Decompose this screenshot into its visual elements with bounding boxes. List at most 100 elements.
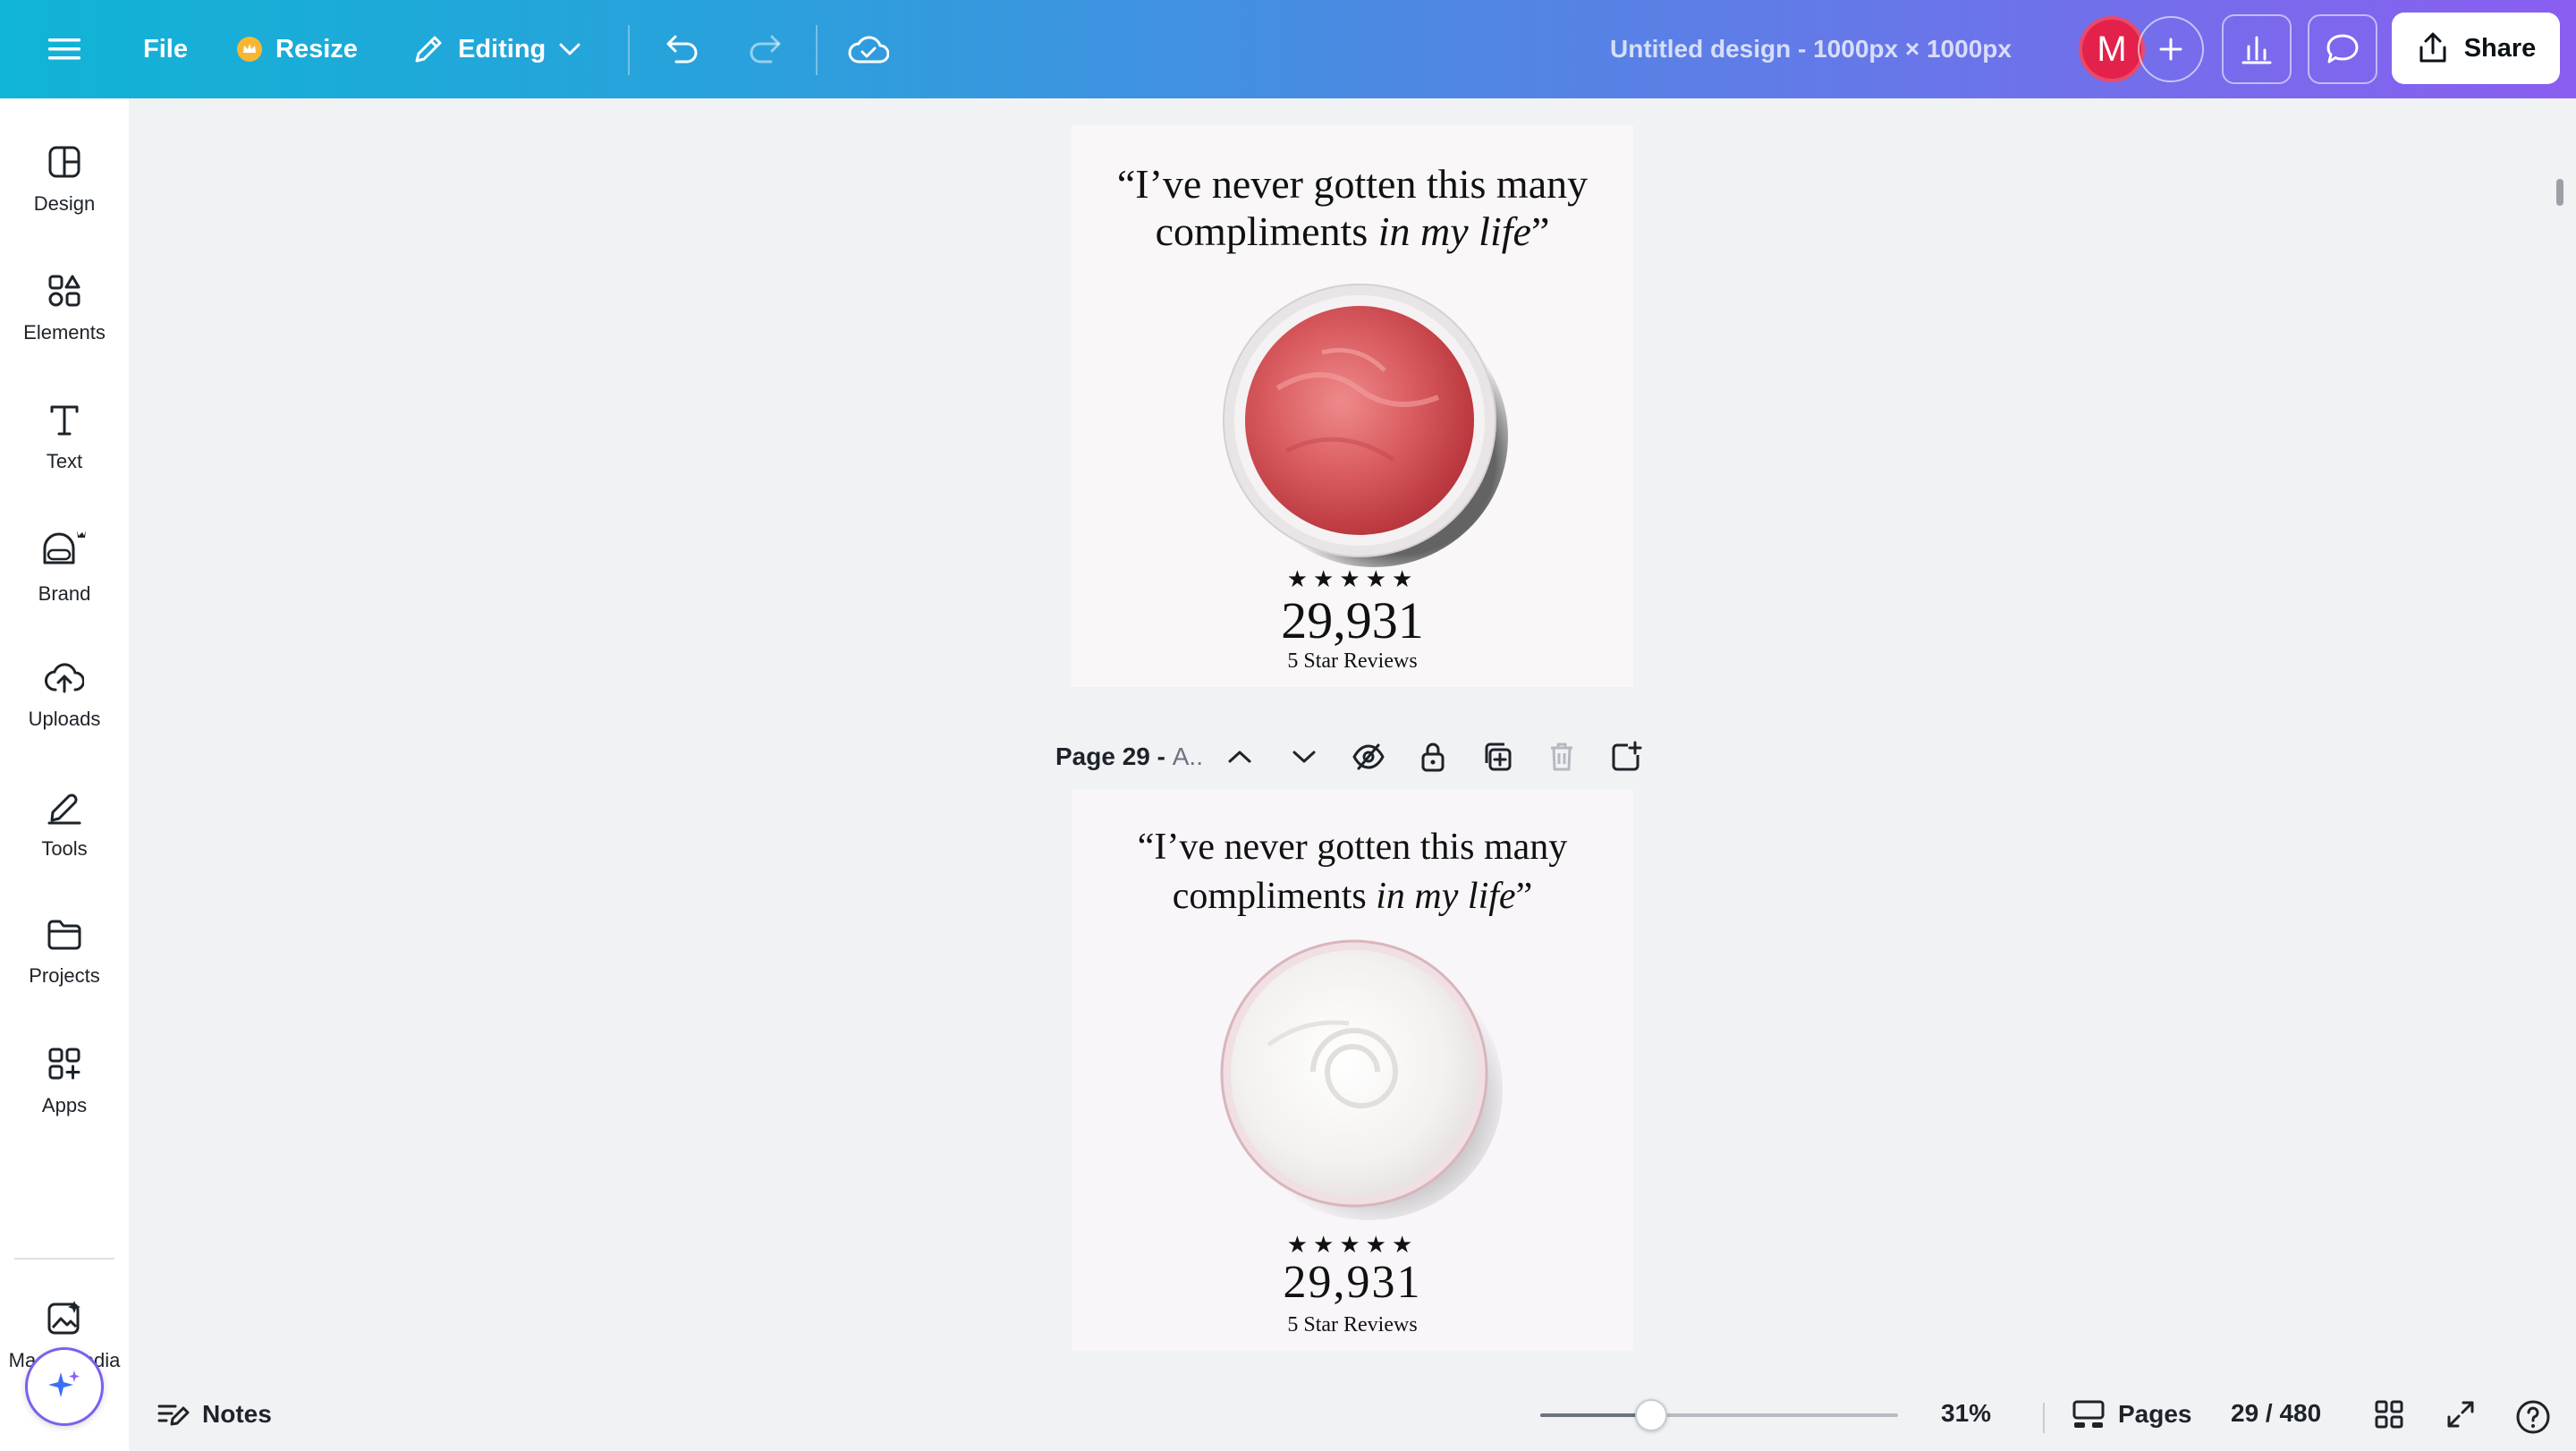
comments-button[interactable] xyxy=(2308,14,2377,84)
tools-icon xyxy=(46,787,83,825)
page-label[interactable]: Page 29 - A.. xyxy=(1055,742,1203,771)
cream-pot-image[interactable] xyxy=(1206,938,1510,1224)
quote-plain: compliments xyxy=(1172,875,1377,917)
crown-icon xyxy=(236,36,263,63)
sidebar-item-brand[interactable]: Brand xyxy=(0,508,129,624)
bottom-divider xyxy=(2043,1403,2045,1433)
sidebar-item-elements[interactable]: Elements xyxy=(0,250,129,367)
hide-page-button[interactable] xyxy=(1349,737,1388,776)
sidebar-item-design[interactable]: Design xyxy=(0,122,129,238)
zoom-slider-thumb[interactable] xyxy=(1635,1399,1667,1431)
add-page-button[interactable] xyxy=(1606,737,1646,776)
vertical-scrollbar[interactable] xyxy=(2556,179,2563,206)
hamburger-icon xyxy=(48,37,80,62)
trash-icon xyxy=(1547,741,1576,773)
cloud-check-icon xyxy=(848,33,889,65)
lock-icon xyxy=(1419,741,1446,773)
quote-italic: in my life xyxy=(1376,875,1516,917)
sidebar-item-projects[interactable]: Projects xyxy=(0,895,129,1011)
delete-page-button[interactable] xyxy=(1542,737,1581,776)
chevron-down-icon xyxy=(558,41,581,57)
quote-text[interactable]: “I’ve never gotten this many compliments… xyxy=(1072,823,1633,921)
page-header-29: Page 29 - A.. xyxy=(1055,730,1646,784)
plus-icon xyxy=(2157,36,2184,63)
undo-button[interactable] xyxy=(662,0,701,98)
reviews-label[interactable]: 5 Star Reviews xyxy=(1072,1313,1633,1337)
menu-button[interactable] xyxy=(48,0,80,98)
invite-button[interactable] xyxy=(2138,16,2204,82)
design-icon xyxy=(47,144,82,180)
cloud-save-button[interactable] xyxy=(848,0,889,98)
notes-icon xyxy=(156,1399,190,1430)
redo-icon xyxy=(746,33,785,65)
reviews-label[interactable]: 5 Star Reviews xyxy=(1072,649,1633,674)
help-button[interactable] xyxy=(2515,1399,2551,1435)
sidebar-item-tools[interactable]: Tools xyxy=(0,766,129,882)
eye-slash-icon xyxy=(1352,743,1385,770)
undo-icon xyxy=(662,33,701,65)
sidebar-item-label: Design xyxy=(33,192,96,215)
quote-end: ” xyxy=(1515,875,1533,917)
help-icon xyxy=(2515,1399,2551,1435)
move-page-up-button[interactable] xyxy=(1220,737,1259,776)
design-page-29[interactable]: “I’ve never gotten this many compliments… xyxy=(1072,789,1633,1351)
avatar[interactable]: M xyxy=(2079,16,2145,82)
chevron-up-icon xyxy=(1227,749,1252,765)
fullscreen-button[interactable] xyxy=(2445,1399,2476,1430)
design-title[interactable]: Untitled design - 1000px × 1000px xyxy=(1610,0,2012,98)
editing-mode-dropdown[interactable]: Editing xyxy=(411,0,581,98)
resize-button[interactable]: Resize xyxy=(236,0,358,98)
zoom-percent[interactable]: 31% xyxy=(1941,1399,1991,1428)
magic-media-icon xyxy=(46,1299,83,1336)
design-page-28[interactable]: “I’ve never gotten this many compliments… xyxy=(1072,125,1633,687)
share-button[interactable]: Share xyxy=(2392,13,2560,84)
text-icon xyxy=(47,402,82,437)
sparkle-icon xyxy=(45,1367,84,1406)
file-menu-button[interactable]: File xyxy=(143,0,188,98)
pencil-icon xyxy=(411,32,445,66)
uploads-icon xyxy=(45,659,84,695)
pages-button[interactable]: Pages xyxy=(2072,1399,2192,1430)
duplicate-icon xyxy=(1481,741,1513,773)
sidebar-item-uploads[interactable]: Uploads xyxy=(0,637,129,753)
review-count[interactable]: 29,931 xyxy=(1072,590,1633,650)
quote-line-2: compliments in my life” xyxy=(1072,208,1633,256)
left-sidebar: Design Elements Text Brand Uploads Tools… xyxy=(0,98,129,1451)
grid-view-button[interactable] xyxy=(2374,1399,2404,1430)
sidebar-item-label: Projects xyxy=(29,964,100,987)
duplicate-page-button[interactable] xyxy=(1478,737,1517,776)
redo-button[interactable] xyxy=(746,0,785,98)
quote-line-1: “I’ve never gotten this many xyxy=(1137,827,1568,868)
quote-text[interactable]: “I’ve never gotten this many compliments… xyxy=(1072,161,1633,256)
blush-pot-image[interactable] xyxy=(1206,272,1510,576)
sidebar-item-label: Brand xyxy=(38,582,91,605)
resize-label: Resize xyxy=(275,34,358,64)
page-label-suffix: A.. xyxy=(1172,742,1203,770)
review-count[interactable]: 29,931 xyxy=(1072,1256,1633,1309)
folder-icon xyxy=(46,918,83,952)
page-counter[interactable]: 29 / 480 xyxy=(2231,1399,2321,1428)
grid-icon xyxy=(2374,1399,2404,1430)
move-page-down-button[interactable] xyxy=(1284,737,1324,776)
sidebar-item-label: Uploads xyxy=(28,708,101,730)
sidebar-divider xyxy=(14,1258,114,1260)
star-rating[interactable]: ★★★★★ xyxy=(1072,1231,1633,1259)
quote-line-2: compliments in my life” xyxy=(1072,872,1633,921)
brand-icon xyxy=(41,527,88,570)
star-rating[interactable]: ★★★★★ xyxy=(1072,565,1633,593)
pages-label: Pages xyxy=(2118,1400,2192,1428)
sidebar-item-label: Text xyxy=(46,450,83,472)
page-label-prefix: Page 29 - xyxy=(1055,742,1173,770)
expand-icon xyxy=(2445,1399,2476,1430)
share-upload-icon xyxy=(2416,31,2450,65)
toolbar-divider xyxy=(628,25,630,75)
magic-assistant-button[interactable] xyxy=(25,1347,104,1426)
sidebar-item-label: Tools xyxy=(41,837,88,860)
notes-button[interactable]: Notes xyxy=(156,1399,272,1430)
sidebar-item-text[interactable]: Text xyxy=(0,379,129,496)
comment-icon xyxy=(2325,32,2360,66)
sidebar-item-apps[interactable]: Apps xyxy=(0,1023,129,1140)
apps-icon xyxy=(47,1046,82,1082)
lock-page-button[interactable] xyxy=(1413,737,1453,776)
insights-button[interactable] xyxy=(2222,14,2292,84)
